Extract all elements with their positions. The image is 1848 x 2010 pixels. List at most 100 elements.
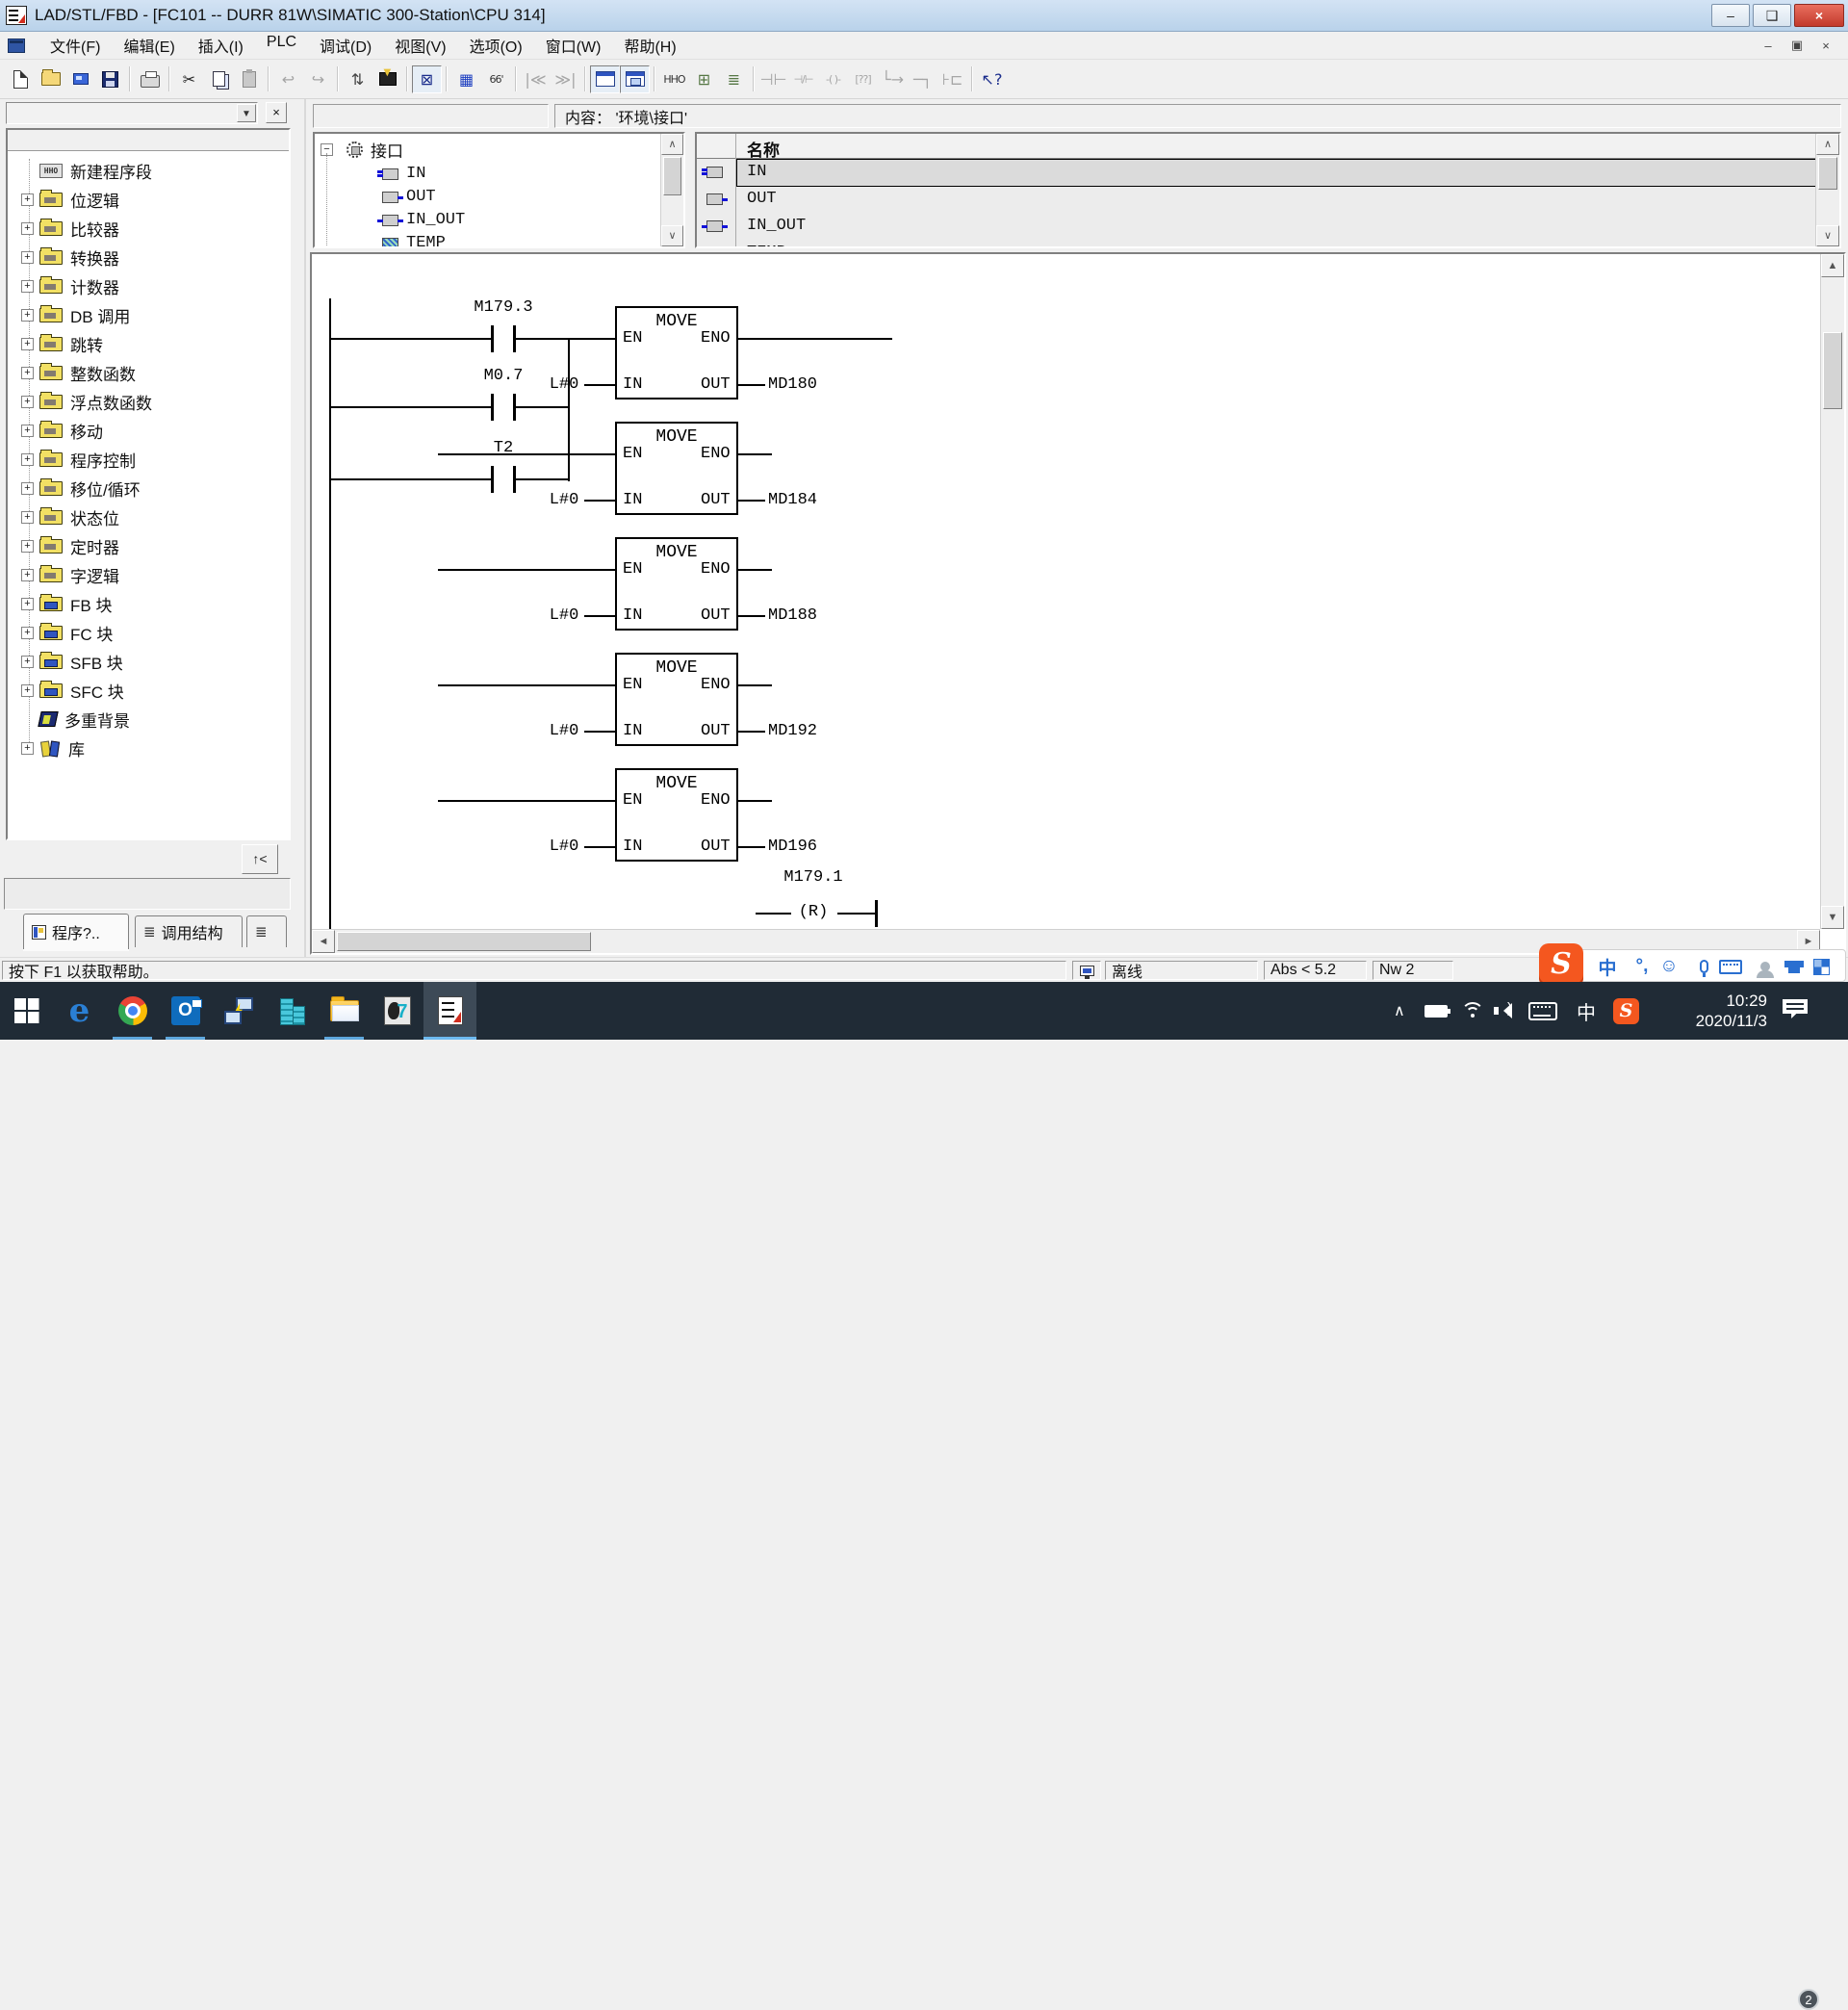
expand-icon[interactable]: + (21, 569, 34, 581)
expand-icon[interactable]: + (21, 193, 34, 206)
smiley-icon[interactable]: ☺ (1655, 954, 1683, 979)
expand-icon[interactable]: + (21, 482, 34, 495)
tree-item[interactable]: +FB 块 (21, 592, 112, 615)
expand-icon[interactable]: + (21, 222, 34, 235)
maximize-button[interactable]: ❑ (1753, 4, 1791, 27)
interface-node[interactable]: IN (382, 165, 425, 183)
out-operand[interactable]: MD188 (768, 606, 817, 625)
go-online-icon[interactable]: ⇅ (343, 65, 372, 93)
volume-icon[interactable]: ) (1494, 982, 1519, 1040)
expand-icon[interactable]: + (21, 251, 34, 264)
tray-chevron-up-icon[interactable]: ∧ (1394, 982, 1405, 1040)
tree-item[interactable]: +整数函数 (21, 361, 136, 384)
menu-item[interactable]: 窗口(W) (534, 30, 613, 61)
taskbar-simatic-manager[interactable] (265, 982, 318, 1040)
expand-icon[interactable]: + (21, 742, 34, 755)
out-operand[interactable]: MD184 (768, 491, 817, 509)
menu-item[interactable]: 编辑(E) (112, 30, 186, 61)
copy-icon[interactable] (204, 65, 234, 93)
interface-node[interactable]: OUT (382, 188, 436, 206)
overview-collapse-button[interactable]: ↑< (242, 844, 278, 874)
expand-icon[interactable]: + (21, 540, 34, 553)
table-row[interactable]: TEMP (697, 240, 1839, 248)
expand-icon[interactable]: + (21, 280, 34, 293)
wifi-icon[interactable] (1461, 982, 1484, 1040)
window-catalog-icon[interactable] (620, 65, 650, 93)
menu-item[interactable]: 文件(F) (38, 30, 112, 61)
catalog-close-button[interactable]: × (266, 102, 287, 123)
out-operand[interactable]: MD192 (768, 722, 817, 740)
tree-item[interactable]: +定时器 (21, 534, 119, 557)
expand-icon[interactable]: + (21, 684, 34, 697)
tree-item[interactable]: +SFC 块 (21, 679, 124, 702)
coil-label[interactable]: M179.1 (783, 868, 842, 887)
interface-root[interactable]: −接口 (321, 138, 403, 162)
out-operand[interactable]: MD180 (768, 375, 817, 394)
in-operand[interactable]: L#0 (550, 838, 579, 856)
tree-item[interactable]: +比较器 (21, 217, 119, 240)
expand-icon[interactable]: + (21, 598, 34, 610)
taskbar-chrome[interactable] (106, 982, 159, 1040)
scrollbar-thumb[interactable] (1823, 332, 1842, 409)
taskbar-step7[interactable] (371, 982, 424, 1040)
mdi-document-icon[interactable] (8, 39, 25, 53)
tree-item[interactable]: +浮点数函数 (21, 390, 152, 413)
scroll-up-icon[interactable]: ∧ (1816, 134, 1839, 155)
tree-item[interactable]: +字逻辑 (21, 563, 119, 586)
save-icon[interactable] (95, 65, 125, 93)
open-file-icon[interactable] (36, 65, 65, 93)
tree-item[interactable]: 多重背景 (21, 708, 130, 731)
expand-icon[interactable]: + (21, 627, 34, 639)
tree-item[interactable]: +FC 块 (21, 621, 113, 644)
taskbar-file-explorer[interactable] (318, 982, 371, 1040)
menu-item[interactable]: 选项(O) (458, 30, 534, 61)
punctuation-icon[interactable]: °, (1628, 954, 1656, 979)
close-button[interactable]: × (1794, 4, 1844, 27)
mdi-restore-button[interactable]: ▣ (1784, 36, 1810, 55)
ladder-canvas[interactable]: M179.3M0.7T2MOVEENENOINOUTL#0MD180MOVEEN… (312, 254, 1820, 929)
window-networks-icon[interactable] (590, 65, 620, 93)
minimize-button[interactable]: – (1711, 4, 1750, 27)
tree-item[interactable]: +跳转 (21, 332, 103, 355)
scrollbar-thumb[interactable] (663, 157, 681, 195)
new-file-icon[interactable] (6, 65, 36, 93)
monitor-toggle-icon[interactable]: ⊠ (412, 65, 442, 93)
in-operand[interactable]: L#0 (550, 722, 579, 740)
help-select-icon[interactable]: ↖? (977, 65, 1007, 93)
person-icon[interactable] (1751, 954, 1780, 979)
observe-icon[interactable]: 66' (481, 65, 511, 93)
new-network-icon[interactable]: HHO (659, 65, 689, 93)
taskbar-pc-adapter[interactable] (212, 982, 265, 1040)
menu-item[interactable]: PLC (255, 30, 308, 61)
microphone-icon[interactable] (1689, 954, 1718, 979)
skin-icon[interactable] (1780, 954, 1809, 979)
scroll-down-icon[interactable]: ∨ (1816, 225, 1839, 246)
scroll-left-icon[interactable]: ◄ (312, 930, 335, 953)
table-row[interactable]: OUT (697, 186, 1839, 213)
print-icon[interactable] (135, 65, 165, 93)
menu-item[interactable]: 帮助(H) (612, 30, 687, 61)
tree-item[interactable]: +位逻辑 (21, 188, 119, 211)
expand-icon[interactable]: + (21, 367, 34, 379)
menu-item[interactable]: 调试(D) (308, 30, 383, 61)
sogou-tray-icon[interactable]: S (1613, 982, 1639, 1040)
mdi-close-button[interactable]: × (1813, 36, 1838, 55)
scroll-up-icon[interactable]: ∧ (661, 134, 683, 155)
taskbar-lad-editor[interactable] (424, 982, 476, 1040)
taskbar-outlook[interactable]: O (159, 982, 212, 1040)
expand-icon[interactable]: + (21, 338, 34, 350)
taskbar-edge[interactable]: e (53, 982, 106, 1040)
input-zhong-icon[interactable]: 中 (1593, 954, 1622, 979)
tree-item[interactable]: +移位/循环 (21, 477, 141, 500)
tree-item[interactable]: +转换器 (21, 245, 119, 269)
touch-keyboard-icon[interactable] (1528, 982, 1557, 1040)
sidebar-tab[interactable]: ≣调用结构 (135, 915, 243, 947)
chevron-down-icon[interactable]: ▼ (237, 104, 256, 122)
input-language-indicator[interactable]: 中 (1577, 982, 1596, 1040)
menu-item[interactable]: 插入(I) (187, 30, 255, 61)
sidebar-tab[interactable]: 程序?.. (23, 914, 129, 949)
battery-icon[interactable] (1424, 982, 1448, 1040)
expand-icon[interactable]: + (21, 656, 34, 668)
scrollbar-thumb[interactable] (1818, 157, 1837, 190)
interface-scrollbar[interactable]: ∧∨ (660, 134, 683, 246)
